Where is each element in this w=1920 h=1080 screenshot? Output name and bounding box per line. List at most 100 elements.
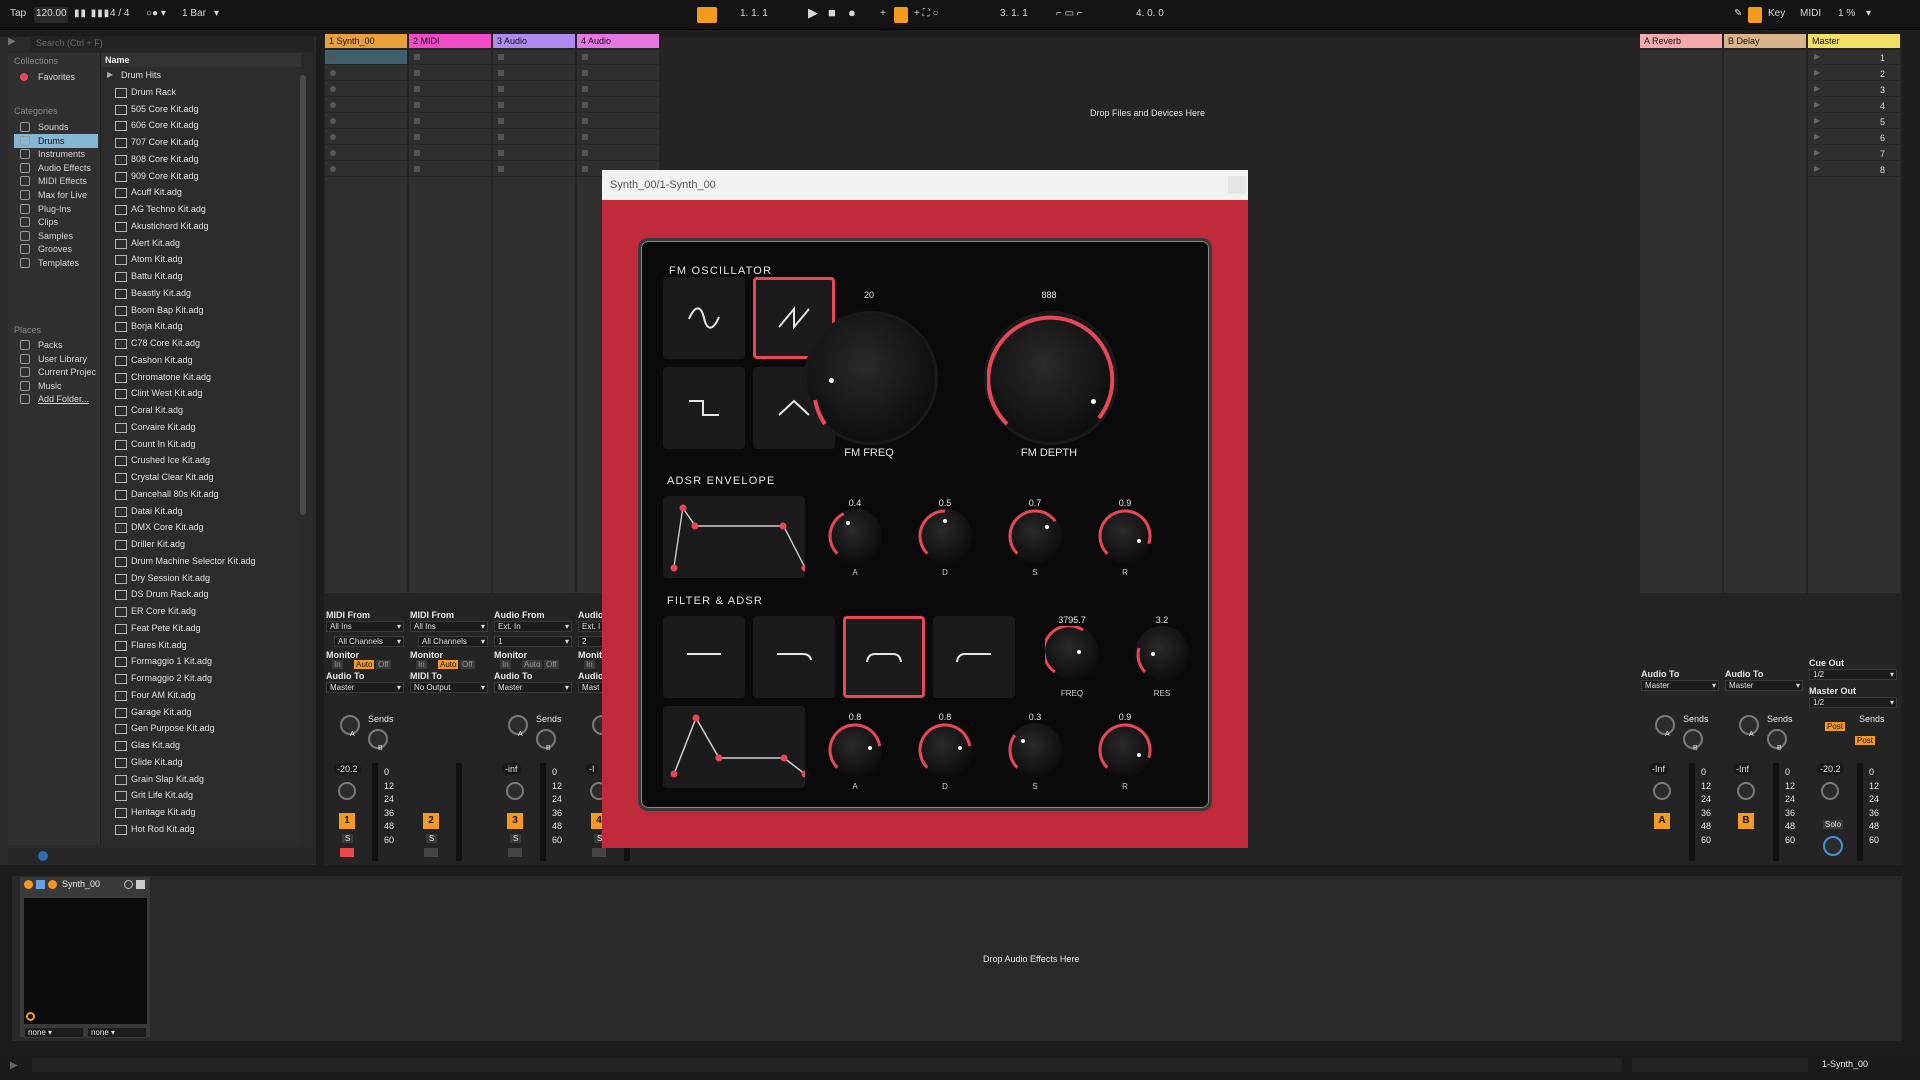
return-activator-button[interactable]: B [1738, 813, 1754, 829]
list-item[interactable]: 606 Core Kit.adg [115, 120, 199, 132]
device-edit-icon[interactable] [48, 880, 57, 889]
metronome-icon[interactable]: ○● ▾ [146, 8, 166, 19]
scene-number[interactable]: 3 [1880, 85, 1885, 95]
chevron-right-icon[interactable]: ▶ [107, 70, 113, 79]
sidebar-item-midi-effects[interactable]: MIDI Effects [14, 174, 98, 188]
list-item[interactable]: Driller Kit.adg [115, 539, 185, 550]
adsr-d-knob[interactable] [918, 509, 972, 563]
scene-number[interactable]: 6 [1880, 133, 1885, 143]
list-item[interactable]: Cashon Kit.adg [115, 355, 193, 366]
solo-button[interactable]: Solo [1823, 820, 1844, 829]
list-item[interactable]: 707 Core Kit.adg [115, 137, 199, 148]
scene-launch[interactable]: ▶ [1808, 130, 1900, 145]
device-input-select[interactable]: none ▾ [24, 1027, 84, 1038]
punch-in-icon[interactable]: ⌐ ▭ ⌐ [1056, 8, 1083, 19]
clip-slot[interactable] [577, 50, 659, 65]
master-out-select[interactable]: 1/2 ▾ [1809, 697, 1897, 708]
list-item[interactable]: Formaggio 2 Kit.adg [115, 673, 212, 684]
clip-slot[interactable] [577, 66, 659, 81]
pan-knob[interactable] [338, 782, 356, 800]
list-item[interactable]: Formaggio 1 Kit.adg [115, 656, 212, 668]
filter-adsr-d-knob[interactable] [918, 723, 972, 777]
clip-slot[interactable] [577, 98, 659, 113]
track-activator-button[interactable]: 2 [423, 813, 439, 829]
list-item[interactable]: DS Drum Rack.adg [115, 589, 209, 601]
drop-audio-effects-area[interactable]: Drop Audio Effects Here [983, 954, 1079, 964]
return-track-header[interactable]: A Reverb [1640, 34, 1722, 48]
arm-button[interactable] [340, 848, 354, 857]
plugin-window-title[interactable]: Synth_00/1-Synth_00 [602, 170, 1248, 200]
track-header[interactable]: 4 Audio [577, 34, 659, 48]
clip-slot[interactable] [325, 130, 407, 145]
clip-slot[interactable] [577, 114, 659, 129]
clip-slot[interactable] [493, 98, 575, 113]
device-output-select[interactable]: none ▾ [87, 1027, 147, 1038]
draw-mode-icon[interactable]: ✎ [1734, 8, 1742, 19]
preview-icon[interactable] [38, 851, 48, 861]
play-icon[interactable]: ▶ [808, 5, 818, 21]
clip-slot[interactable] [409, 66, 491, 81]
sidebar-item-grooves[interactable]: Grooves [14, 242, 98, 256]
monitor-off-button[interactable]: Off [544, 660, 559, 669]
list-item[interactable]: Boom Bap Kit.adg [115, 305, 204, 316]
sidebar-item-audio-effects[interactable]: Audio Effects [14, 161, 98, 175]
scene-number[interactable]: 2 [1880, 69, 1885, 79]
sidebar-item-sounds[interactable]: Sounds [14, 120, 98, 134]
device-collapse-icon[interactable] [36, 880, 45, 889]
solo-button[interactable]: S [342, 834, 354, 843]
scene-number[interactable]: 1 [1880, 53, 1885, 63]
scene-launch[interactable]: ▶ [1808, 82, 1900, 97]
clip-slot[interactable] [493, 82, 575, 97]
list-item[interactable]: Borja Kit.adg [115, 321, 183, 333]
adsr-s-knob[interactable] [1008, 509, 1062, 563]
scene-number[interactable]: 4 [1880, 101, 1885, 111]
solo-button[interactable]: S [426, 834, 438, 843]
input-source-select[interactable]: Ext. In ▾ [494, 621, 572, 632]
input-channel-select[interactable]: All Channels ▾ [334, 636, 404, 647]
input-channel-select[interactable]: All Channels ▾ [418, 636, 488, 647]
list-item[interactable]: DMX Core Kit.adg [115, 522, 204, 534]
pan-knob[interactable] [506, 782, 524, 800]
monitor-auto-button[interactable]: Auto [438, 660, 459, 669]
clip-slot[interactable] [325, 114, 407, 129]
input-source-select[interactable]: All Ins ▾ [410, 621, 488, 632]
list-item[interactable]: Corvaire Kit.adg [115, 422, 196, 433]
list-item[interactable]: Akustichord Kit.adg [115, 221, 209, 232]
filter-type-button-flat[interactable] [663, 616, 745, 698]
device-on-icon[interactable] [24, 880, 33, 889]
list-item[interactable]: Datai Kit.adg [115, 506, 183, 517]
filter-type-button-lowpass[interactable] [753, 616, 835, 698]
clip-slot[interactable] [493, 130, 575, 145]
list-item[interactable]: Count In Kit.adg [115, 439, 196, 450]
capture-icon[interactable]: + ⛶ ○ [914, 8, 938, 19]
monitor-in-button[interactable]: In [332, 660, 343, 669]
list-item[interactable]: Glide Kit.adg [115, 757, 183, 768]
scene-launch[interactable]: ▶ [1808, 114, 1900, 129]
track-volume-value[interactable]: -inf [502, 763, 521, 775]
sidebar-item-templates[interactable]: Templates [14, 256, 98, 270]
monitor-in-button[interactable]: In [500, 660, 511, 669]
list-item[interactable]: Clint West Kit.adg [115, 388, 202, 400]
post-button[interactable]: Post [1855, 736, 1876, 745]
drop-files-area[interactable]: Drop Files and Devices Here [1090, 108, 1205, 118]
list-item[interactable]: Gen Purpose Kit.adg [115, 723, 215, 735]
key-map-button[interactable]: Key [1768, 8, 1785, 19]
input-source-select[interactable]: All Ins ▾ [326, 621, 404, 632]
track-volume-value[interactable]: -I [586, 763, 598, 775]
fm-freq-knob[interactable] [807, 314, 935, 442]
track-header[interactable]: 1 Synth_00 [325, 34, 407, 48]
arm-button[interactable] [508, 848, 522, 857]
stop-icon[interactable]: ■ [828, 5, 836, 20]
track-volume-value[interactable]: -20.2 [1817, 763, 1844, 775]
midi-map-button[interactable]: MIDI [1800, 8, 1821, 19]
list-item[interactable]: Crystal Clear Kit.adg [115, 472, 214, 483]
track-volume-value[interactable]: -20.2 [334, 763, 361, 775]
list-item[interactable]: 505 Core Kit.adg [115, 104, 199, 115]
list-item[interactable]: 909 Core Kit.adg [115, 171, 199, 182]
monitor-auto-button[interactable]: Auto [522, 660, 543, 669]
monitor-off-button[interactable]: Off [376, 660, 391, 669]
list-item[interactable]: Feat Pete Kit.adg [115, 623, 201, 634]
follow-button[interactable] [697, 7, 717, 23]
list-item[interactable]: Grain Slap Kit.adg [115, 774, 204, 785]
list-item[interactable]: Battu Kit.adg [115, 271, 183, 282]
